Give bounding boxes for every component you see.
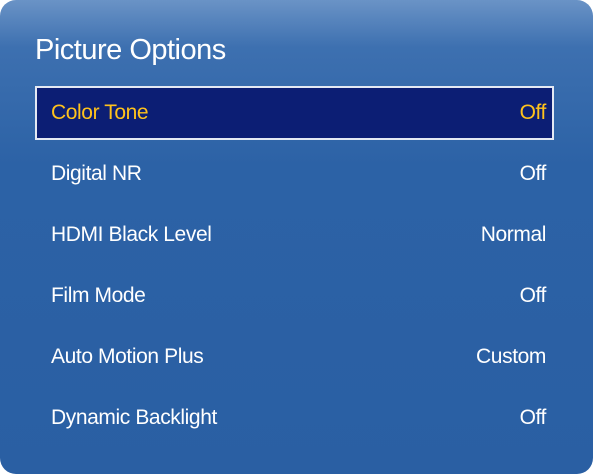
menu-item-auto-motion-plus[interactable]: Auto Motion Plus Custom — [35, 330, 554, 384]
menu-item-hdmi-black-level[interactable]: HDMI Black Level Normal — [35, 208, 554, 262]
menu-item-value: Off — [519, 406, 547, 429]
menu-item-value: Off — [519, 101, 547, 124]
menu-item-label: Auto Motion Plus — [51, 345, 204, 368]
menu-item-label: Film Mode — [51, 284, 146, 307]
menu-item-film-mode[interactable]: Film Mode Off — [35, 269, 554, 323]
menu-item-value: Normal — [480, 223, 547, 246]
menu-item-value: Custom — [476, 345, 546, 368]
menu-title: Picture Options — [35, 34, 226, 66]
menu-item-value: Off — [519, 284, 547, 307]
menu-item-label: Dynamic Backlight — [51, 406, 217, 429]
menu-item-label: HDMI Black Level — [51, 223, 212, 246]
menu-list: Color Tone Off Digital NR Off HDMI Black… — [35, 86, 554, 452]
menu-item-dynamic-backlight[interactable]: Dynamic Backlight Off — [35, 391, 554, 445]
menu-item-label: Color Tone — [51, 101, 149, 124]
menu-item-digital-nr[interactable]: Digital NR Off — [35, 147, 554, 201]
menu-item-color-tone[interactable]: Color Tone Off — [35, 86, 554, 140]
picture-options-panel: Picture Options Color Tone Off Digital N… — [0, 0, 593, 474]
menu-item-label: Digital NR — [51, 162, 142, 185]
menu-item-value: Off — [519, 162, 547, 185]
